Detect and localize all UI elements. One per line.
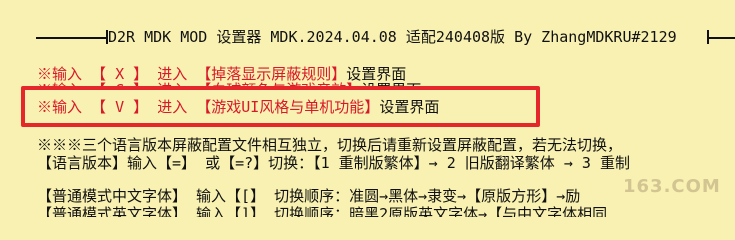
header-rule-right bbox=[709, 37, 735, 39]
font-english-line: 【普通模式英文字体】 输入【]】 切换顺序：暗黑2原版英文字体→【与中文字体相同 bbox=[37, 205, 608, 217]
font-normal-line: 【普通模式中文字体】 输入【[】 切换顺序：准圆→黑体→隶变→【原版方形】→励 bbox=[37, 187, 581, 205]
header-title: D2R MDK MOD 设置器 MDK.2024.04.08 适配240408版… bbox=[108, 28, 677, 46]
header-rule-left bbox=[36, 37, 106, 39]
watermark-logo: 163.COM bbox=[623, 176, 721, 197]
highlight-box bbox=[21, 86, 540, 127]
note-line: ※※※三个语言版本屏蔽配置文件相互独立，切换后请重新设置屏蔽配置，若无法切换， bbox=[37, 136, 623, 154]
language-version-line: 【语言版本】输入【=】 或【=?】切换：【1 重制版繁体】→ 2 旧版翻译繁体 … bbox=[37, 154, 630, 172]
